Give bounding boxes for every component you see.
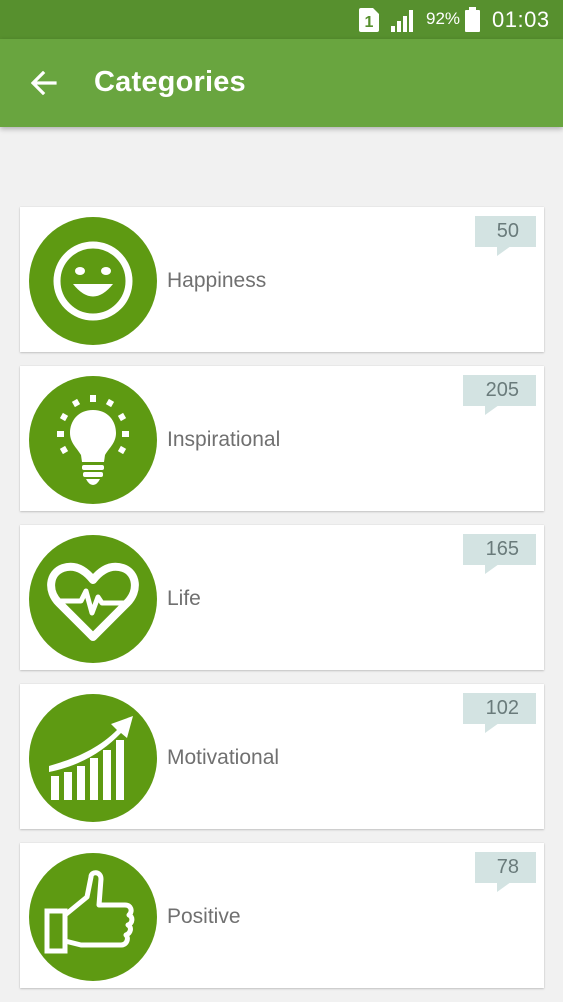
growth-chart-arrow-icon	[49, 716, 133, 800]
category-card-life[interactable]: Life 165	[20, 525, 544, 670]
quote-count-badge: 205	[463, 375, 536, 415]
battery-icon	[465, 7, 480, 32]
category-card-happiness[interactable]: Happiness 50	[20, 207, 544, 352]
signal-strength-icon	[391, 10, 413, 32]
quote-count-badge: 165	[463, 534, 536, 574]
smiley-face-icon	[53, 241, 133, 321]
app-bar: Categories	[0, 39, 563, 127]
lightbulb-icon	[57, 395, 129, 485]
status-clock: 01:03	[492, 7, 550, 32]
sim-card-icon: 1	[359, 8, 379, 32]
page-title: Categories	[94, 66, 246, 98]
category-label: Positive	[167, 905, 241, 928]
category-list: Happiness 50 Inspirational 205 Life 165 …	[20, 207, 544, 1002]
category-icon-circle	[29, 535, 157, 663]
sim-number: 1	[365, 14, 374, 31]
quote-count-badge: 78	[475, 852, 536, 892]
quote-count-badge: 102	[463, 693, 536, 733]
category-icon-circle	[29, 376, 157, 504]
back-button[interactable]	[20, 63, 68, 103]
category-label: Life	[167, 587, 201, 610]
status-bar: 1 92% 01:03	[0, 0, 563, 39]
category-icon-circle	[29, 217, 157, 345]
category-icon-circle	[29, 853, 157, 981]
category-card-positive[interactable]: Positive 78	[20, 843, 544, 988]
thumbs-up-icon	[44, 870, 135, 954]
category-card-motivational[interactable]: Motivational 102	[20, 684, 544, 829]
category-card-inspirational[interactable]: Inspirational 205	[20, 366, 544, 511]
battery-percent: 92%	[426, 9, 461, 28]
category-icon-circle	[29, 694, 157, 822]
heartbeat-heart-icon	[47, 562, 139, 641]
category-label: Motivational	[167, 746, 280, 769]
arrow-left-icon	[31, 71, 57, 95]
quote-count-badge: 50	[475, 216, 536, 256]
category-label: Happiness	[167, 269, 267, 292]
category-label: Inspirational	[167, 428, 281, 451]
